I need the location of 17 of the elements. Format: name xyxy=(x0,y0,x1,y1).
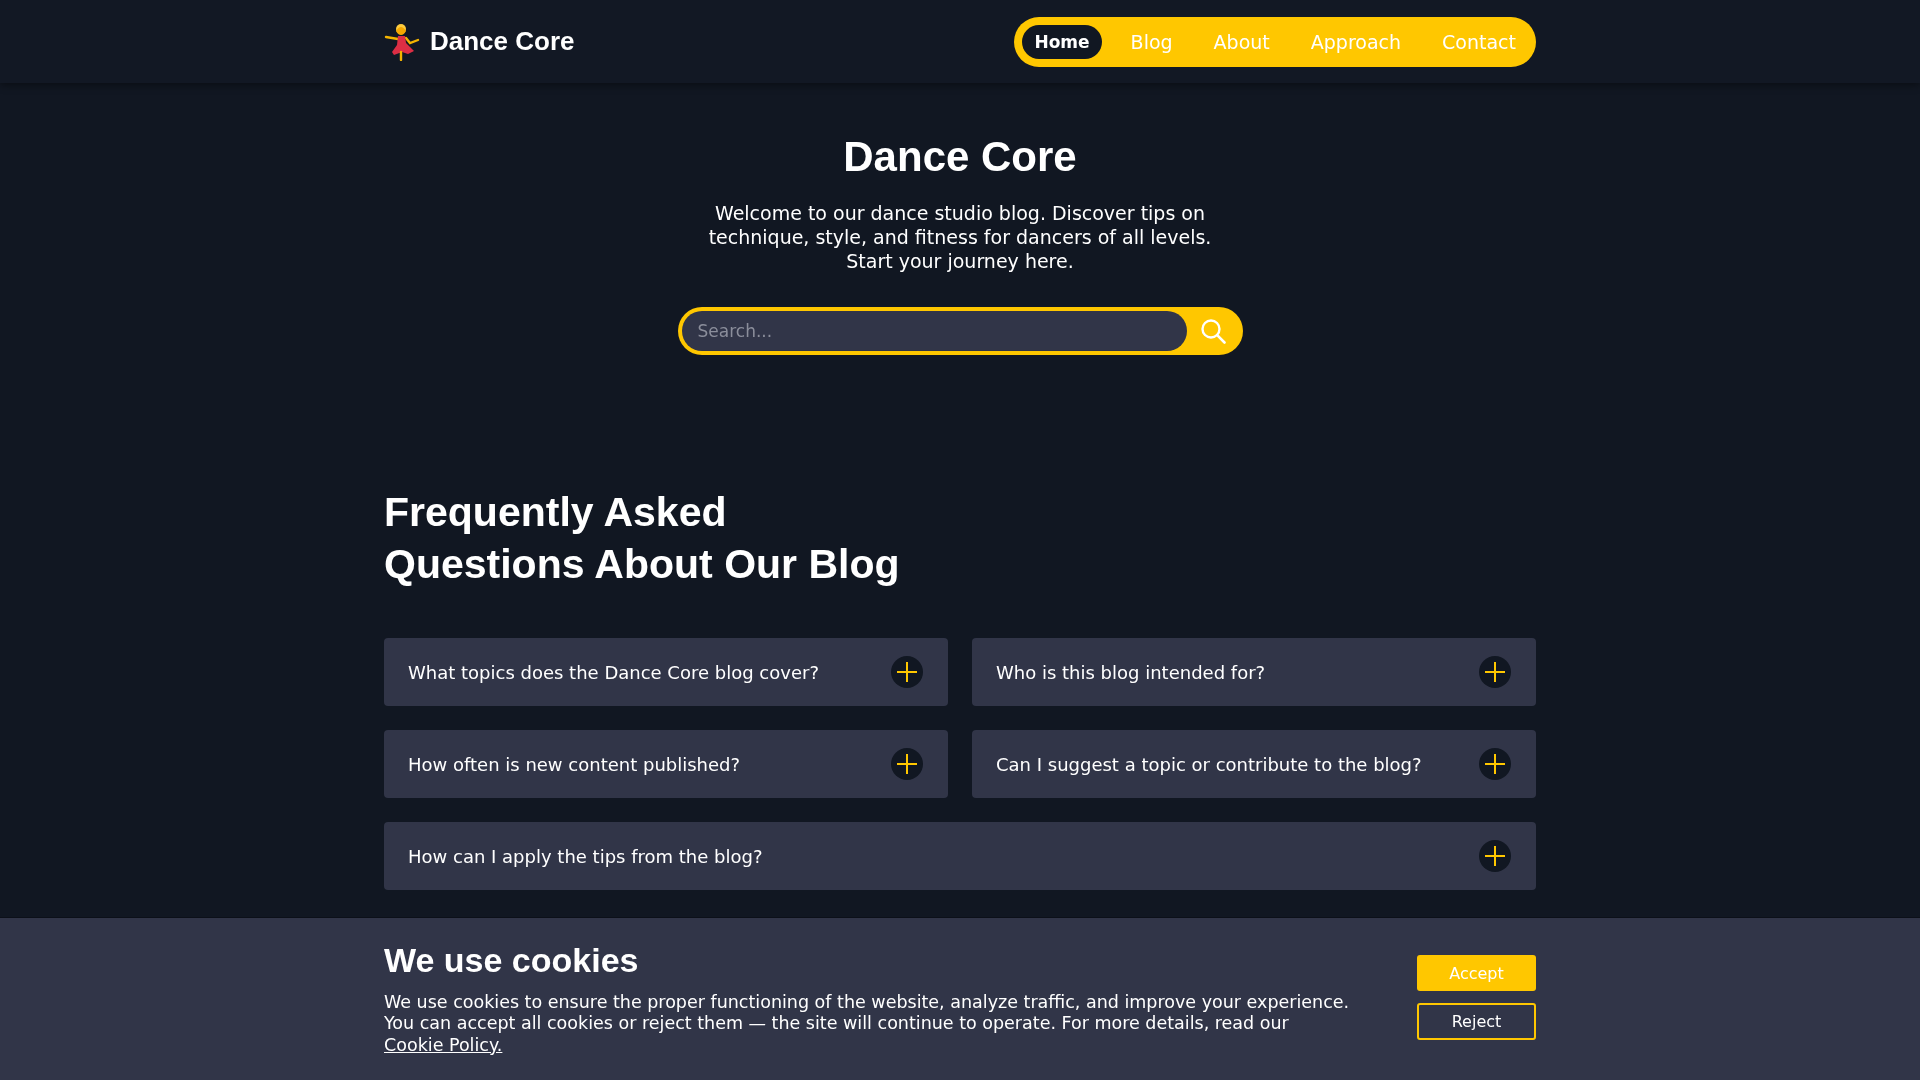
accordion-item[interactable]: Who is this blog intended for? xyxy=(972,638,1536,706)
accordion-item[interactable]: What topics does the Dance Core blog cover? xyxy=(384,638,948,706)
reject-button[interactable]: Reject xyxy=(1417,1003,1536,1041)
search-field[interactable]: Search... xyxy=(681,311,1187,351)
site-logo-text[interactable]: Dance Core xyxy=(430,26,575,57)
dancer-icon xyxy=(384,22,420,61)
cookie-notice-text: We use cookies to ensure the proper functioning of the website, analyze traffic, and improve your experience. You can accept all cookies or reject them — the site will continue to operate. For more details, read our Cookie Policy. xyxy=(384,991,1351,1056)
nav-link[interactable]: Home xyxy=(1022,24,1102,59)
hero-description: Welcome to our dance studio blog. Discover tips on technique, style, and fitness for dancers of all levels. Start your journey here. xyxy=(707,201,1213,273)
cookie-title: We use cookies xyxy=(384,939,640,980)
accordion-item[interactable]: How can I apply the tips from the blog? xyxy=(384,822,1536,890)
faq-title: Frequently Asked Questions About Our Blog xyxy=(384,488,901,589)
cookie-policy-link[interactable]: Cookie Policy. xyxy=(384,1034,503,1055)
accordion-item[interactable]: Can I suggest a topic or contribute to the blog? xyxy=(972,730,1536,798)
accordion-item[interactable]: How often is new content published? xyxy=(384,730,948,798)
hero-title: Dance Core xyxy=(843,132,1077,182)
search-icon xyxy=(1199,318,1226,344)
